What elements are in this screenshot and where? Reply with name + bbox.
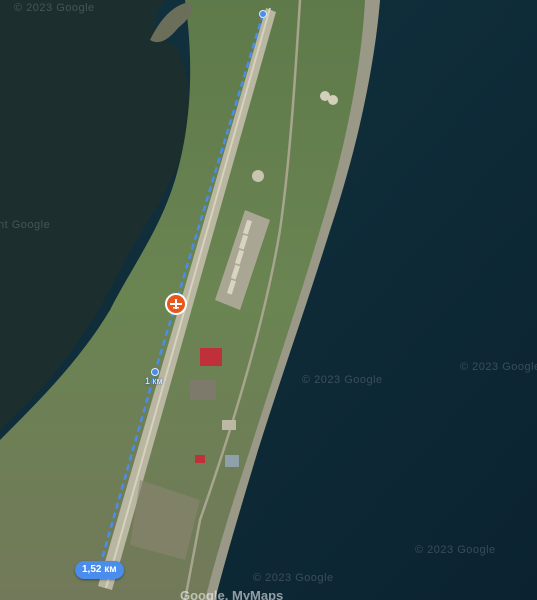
airport-pin[interactable] bbox=[165, 293, 187, 315]
building bbox=[222, 420, 236, 430]
building bbox=[190, 380, 216, 400]
satellite-imagery bbox=[0, 0, 537, 600]
watermark: ht Google bbox=[0, 219, 51, 231]
red-roof-building bbox=[200, 348, 222, 366]
route-start-point[interactable] bbox=[259, 10, 267, 18]
airplane-icon bbox=[170, 299, 182, 309]
watermark: © 2023 Google bbox=[253, 572, 334, 584]
radar-circle bbox=[252, 170, 264, 182]
watermark: © 2023 Google bbox=[415, 544, 496, 556]
building bbox=[225, 455, 239, 467]
building bbox=[195, 455, 205, 463]
watermark: © 2023 Google bbox=[460, 361, 537, 373]
map-attribution: Google, MyMaps bbox=[180, 588, 284, 600]
route-km-point[interactable] bbox=[151, 368, 159, 376]
distance-badge[interactable]: 1,52 км bbox=[75, 561, 124, 579]
watermark: © 2023 Google bbox=[302, 374, 383, 386]
map-view[interactable]: © 2023 Google ht Google © 2023 Google © … bbox=[0, 0, 537, 600]
tank-2 bbox=[328, 95, 338, 105]
km-marker-label: 1 км bbox=[145, 376, 163, 386]
watermark: © 2023 Google bbox=[14, 2, 95, 14]
